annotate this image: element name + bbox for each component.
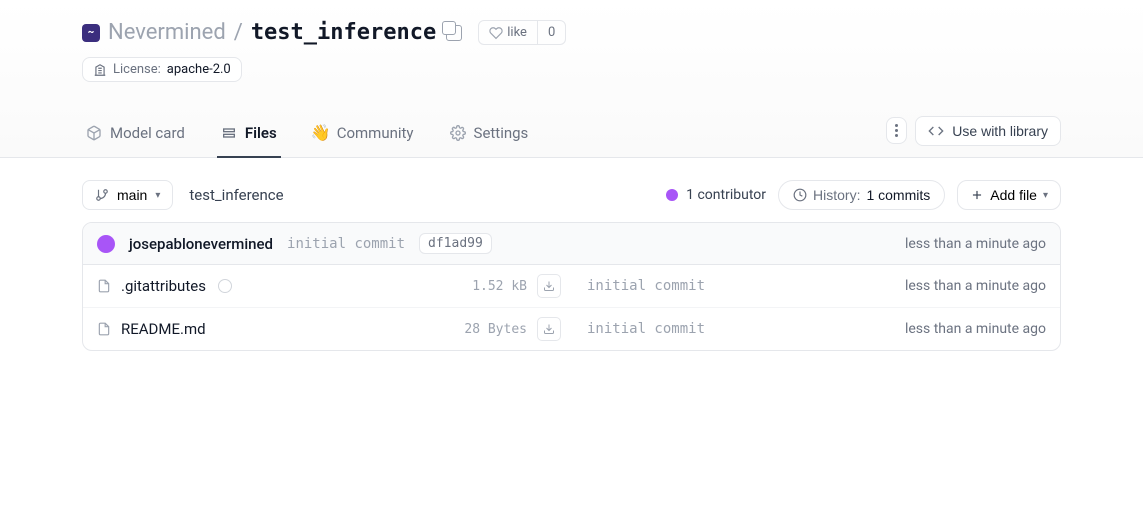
add-file-button[interactable]: Add file ▾ xyxy=(957,180,1061,210)
tab-model-card-label: Model card xyxy=(110,124,185,142)
contributors[interactable]: 1 contributor xyxy=(666,187,766,203)
branch-selector[interactable]: main ▾ xyxy=(82,180,173,210)
file-row: README.md 28 Bytes initial commit less th… xyxy=(83,308,1060,350)
more-actions-button[interactable] xyxy=(886,117,907,144)
code-icon xyxy=(928,123,944,139)
breadcrumb-repo[interactable]: test_inference xyxy=(251,20,436,45)
breadcrumb: Nevermined / test_inference xyxy=(108,20,436,45)
tab-settings-label: Settings xyxy=(474,124,529,142)
like-button[interactable]: like 0 xyxy=(478,20,566,45)
branch-name: main xyxy=(117,187,147,203)
history-button[interactable]: History: 1 commits xyxy=(778,180,945,210)
commit-author[interactable]: josepablonevermined xyxy=(129,235,273,253)
tab-settings[interactable]: Settings xyxy=(446,114,533,158)
file-name[interactable]: .gitattributes xyxy=(121,277,206,295)
breadcrumb-separator: / xyxy=(234,20,243,45)
tab-files[interactable]: Files xyxy=(217,114,281,158)
kebab-icon xyxy=(895,124,898,137)
last-commit-row: josepablonevermined initial commit df1ad… xyxy=(83,223,1060,265)
file-row: .gitattributes 1.52 kB initial commit les… xyxy=(83,265,1060,308)
contributor-avatar xyxy=(666,189,678,201)
file-commit-message[interactable]: initial commit xyxy=(587,321,836,337)
license-icon xyxy=(93,63,107,77)
org-logo[interactable]: ~ xyxy=(82,24,100,42)
history-value: 1 commits xyxy=(866,187,930,203)
tab-bar: Model card Files 👋 Community xyxy=(82,114,532,157)
download-icon xyxy=(543,280,555,292)
commit-author-avatar[interactable] xyxy=(97,235,115,253)
tab-files-label: Files xyxy=(245,124,277,142)
chevron-down-icon: ▾ xyxy=(1043,190,1048,201)
use-with-library-label: Use with library xyxy=(952,123,1048,139)
plus-icon xyxy=(970,188,984,202)
license-label: License: xyxy=(113,62,161,77)
gear-icon xyxy=(450,125,466,141)
like-label: like xyxy=(507,25,527,40)
history-icon xyxy=(793,188,807,202)
file-name[interactable]: README.md xyxy=(121,320,206,338)
file-commit-time: less than a minute ago xyxy=(846,321,1046,337)
cube-icon xyxy=(86,125,102,141)
breadcrumb-org[interactable]: Nevermined xyxy=(108,20,226,45)
file-icon xyxy=(97,321,111,337)
file-commit-message[interactable]: initial commit xyxy=(587,278,836,294)
chevron-down-icon: ▾ xyxy=(155,190,160,201)
license-badge[interactable]: License: apache-2.0 xyxy=(82,57,242,82)
history-label: History: xyxy=(813,187,860,203)
file-icon xyxy=(97,278,111,294)
safe-badge-icon xyxy=(218,279,232,293)
license-value: apache-2.0 xyxy=(167,62,231,77)
commit-sha[interactable]: df1ad99 xyxy=(419,233,492,254)
file-size: 1.52 kB xyxy=(407,279,527,294)
download-button[interactable] xyxy=(537,317,561,341)
add-file-label: Add file xyxy=(990,187,1037,203)
path-display[interactable]: test_inference xyxy=(189,186,283,204)
tab-model-card[interactable]: Model card xyxy=(82,114,189,158)
wave-icon: 👋 xyxy=(313,125,329,141)
download-icon xyxy=(543,323,555,335)
tab-community[interactable]: 👋 Community xyxy=(309,114,418,158)
commit-message[interactable]: initial commit xyxy=(287,236,405,252)
contributors-text: 1 contributor xyxy=(686,187,766,203)
git-branch-icon xyxy=(95,188,109,202)
tab-community-label: Community xyxy=(337,124,414,142)
files-icon xyxy=(221,125,237,141)
file-list: josepablonevermined initial commit df1ad… xyxy=(82,222,1061,351)
like-count: 0 xyxy=(537,21,565,44)
file-commit-time: less than a minute ago xyxy=(846,278,1046,294)
commit-time: less than a minute ago xyxy=(905,236,1046,252)
download-button[interactable] xyxy=(537,274,561,298)
copy-icon[interactable] xyxy=(446,25,462,41)
use-with-library-button[interactable]: Use with library xyxy=(915,116,1061,146)
file-size: 28 Bytes xyxy=(407,322,527,337)
heart-icon xyxy=(489,26,503,40)
